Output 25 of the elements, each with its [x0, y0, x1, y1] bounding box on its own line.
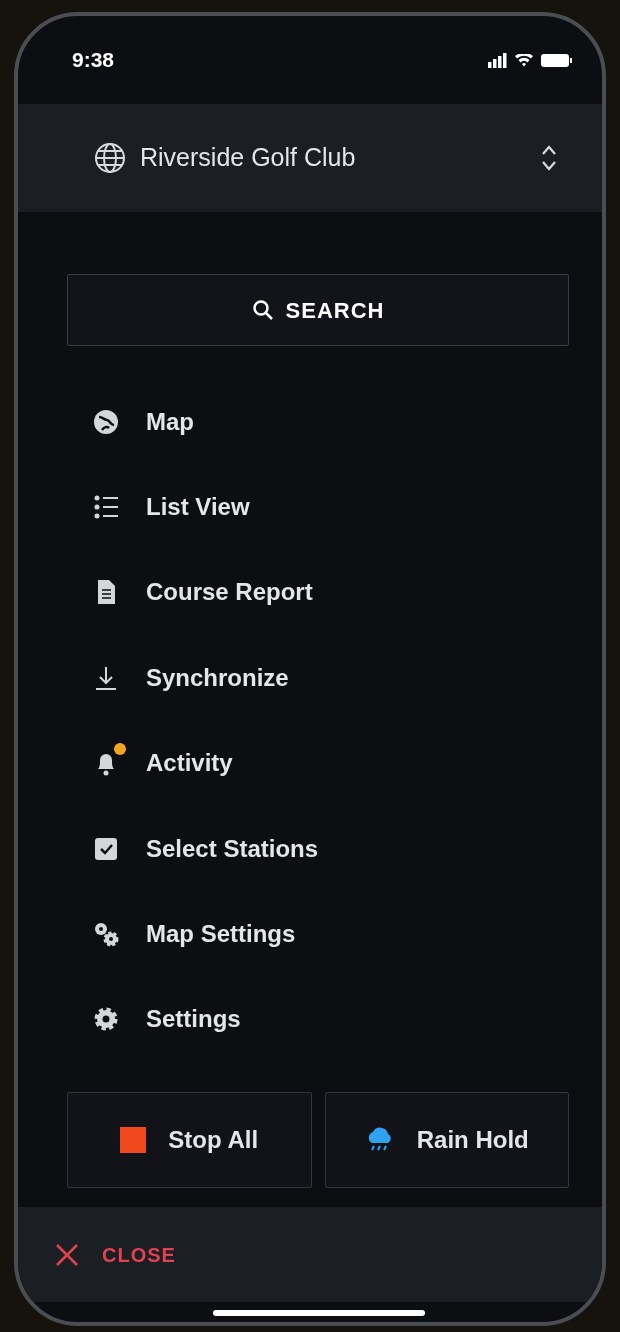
menu-item[interactable]: Map Settings: [18, 891, 602, 977]
menu-item[interactable]: List View: [18, 464, 602, 550]
battery-icon: [541, 53, 572, 67]
menu-item[interactable]: Select Stations: [18, 805, 602, 892]
menu-item[interactable]: Synchronize: [18, 635, 602, 721]
club-name: Riverside Golf Club: [140, 142, 357, 174]
menu-item[interactable]: Course Report: [18, 549, 602, 636]
globe-icon: [92, 407, 120, 436]
chevron-updown-icon: [540, 144, 558, 172]
menu-item[interactable]: Activity: [18, 720, 602, 806]
menu-item[interactable]: Map: [18, 379, 602, 465]
signal-icon: [488, 52, 507, 68]
menu-item[interactable]: Settings: [18, 976, 602, 1063]
globe-icon: [94, 142, 126, 174]
gears-icon: [92, 920, 120, 949]
status-time: 9:38: [72, 47, 115, 74]
search-icon: [251, 299, 274, 321]
search-button[interactable]: SEARCH: [67, 274, 569, 346]
stop-icon: [120, 1127, 147, 1154]
stop-all-button[interactable]: Stop All: [67, 1092, 312, 1189]
close-icon: [54, 1241, 80, 1268]
close-button[interactable]: CLOSE: [48, 1238, 182, 1271]
wifi-icon: [515, 53, 533, 67]
club-selector[interactable]: Riverside Golf Club: [18, 104, 602, 212]
rain-hold-button[interactable]: Rain Hold: [324, 1092, 569, 1189]
